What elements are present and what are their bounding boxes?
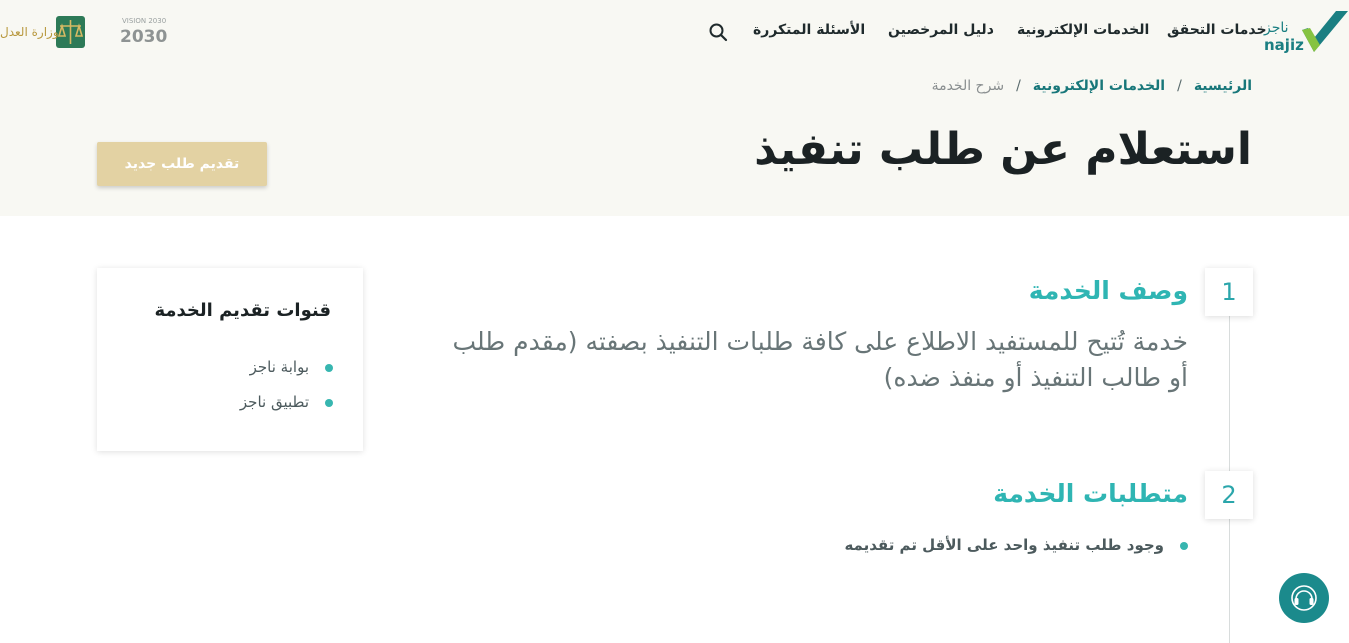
bullet-icon xyxy=(325,398,333,407)
breadcrumb: الرئيسية / الخدمات الإلكترونية / شرح الخدمة xyxy=(932,78,1252,94)
vision-logo-text: VISION 2030 xyxy=(122,17,166,25)
bullet-icon xyxy=(1180,541,1188,550)
requirement-text: وجود طلب تنفيذ واحد على الأقل تم تقديمه xyxy=(844,536,1164,554)
support-headset-icon xyxy=(1291,585,1317,611)
breadcrumb-separator: / xyxy=(1016,78,1021,94)
service-description-text: خدمة تُتيح للمستفيد الاطلاع على كافة طلب… xyxy=(452,327,1188,392)
breadcrumb-home[interactable]: الرئيسية xyxy=(1194,78,1252,94)
support-chat-button[interactable] xyxy=(1279,573,1329,623)
service-channels-title: قنوات تقديم الخدمة xyxy=(154,300,331,321)
breadcrumb-current: شرح الخدمة xyxy=(931,78,1005,94)
new-request-button[interactable]: تقديم طلب جديد xyxy=(97,142,267,186)
channel-item-najiz-app[interactable]: تطبيق ناجز xyxy=(240,385,333,420)
channel-item-najiz-portal[interactable]: بوابة ناجز xyxy=(240,350,333,385)
service-channels-card: قنوات تقديم الخدمة بوابة ناجز تطبيق ناجز xyxy=(97,268,363,451)
najiz-logo-ar-text: ناجز xyxy=(1263,20,1289,36)
nav-e-services[interactable]: الخدمات الإلكترونية xyxy=(1017,22,1149,38)
vision-2030-logo: VISION 2030 2030 xyxy=(118,14,170,50)
svg-text:2030: 2030 xyxy=(120,27,167,47)
breadcrumb-separator: / xyxy=(1177,78,1182,94)
nav-verification-services[interactable]: خدمات التحقق xyxy=(1167,22,1267,38)
service-requirements-title: متطلبات الخدمة xyxy=(993,479,1188,508)
najiz-logo[interactable]: ناجز najiz xyxy=(1262,8,1349,58)
channel-label: تطبيق ناجز xyxy=(239,393,309,411)
page-title: استعلام عن طلب تنفيذ xyxy=(754,124,1252,175)
timeline-line xyxy=(1229,292,1230,643)
ministry-of-justice-logo: وزارة العدل xyxy=(0,14,88,50)
step-number-1: 1 xyxy=(1205,268,1253,316)
bullet-icon xyxy=(325,363,333,372)
nav-faq[interactable]: الأسئلة المتكررة xyxy=(753,22,865,38)
top-navbar: ناجز najiz خدمات التحقق الخدمات الإلكترو… xyxy=(0,0,1349,64)
service-description-title: وصف الخدمة xyxy=(1028,276,1188,305)
requirements-list: وجود طلب تنفيذ واحد على الأقل تم تقديمه xyxy=(844,534,1188,556)
ministry-logo-text: وزارة العدل xyxy=(0,25,59,40)
breadcrumb-e-services[interactable]: الخدمات الإلكترونية xyxy=(1033,78,1165,94)
nav-licensees-guide[interactable]: دليل المرخصين xyxy=(888,22,994,38)
channel-label: بوابة ناجز xyxy=(249,358,309,376)
service-channels-list: بوابة ناجز تطبيق ناجز xyxy=(240,350,333,420)
requirement-item: وجود طلب تنفيذ واحد على الأقل تم تقديمه xyxy=(844,534,1188,556)
najiz-logo-en-text: najiz xyxy=(1264,36,1304,54)
step-number-2: 2 xyxy=(1205,471,1253,519)
search-icon[interactable] xyxy=(708,22,728,42)
